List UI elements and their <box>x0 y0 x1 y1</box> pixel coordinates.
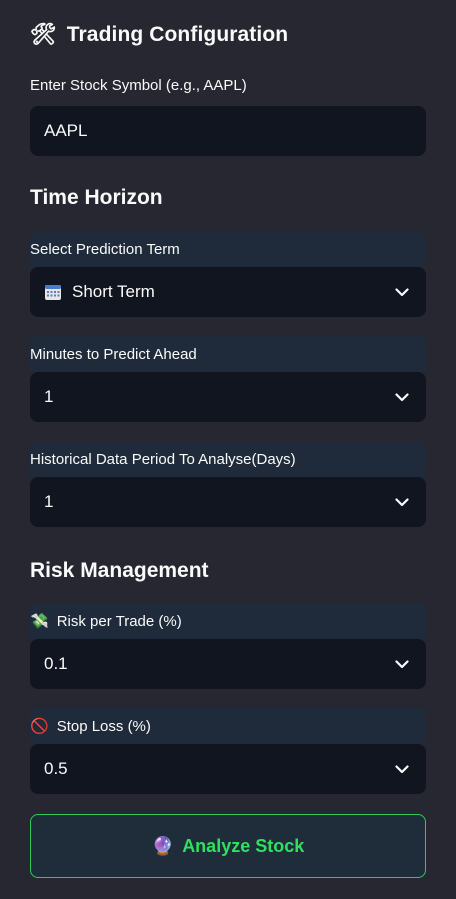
history-period-label: Historical Data Period To Analyse(Days) <box>30 450 296 468</box>
money-with-wings-icon: 💸 <box>30 612 49 630</box>
risk-per-trade-select[interactable]: 0.1 <box>30 639 426 689</box>
chevron-down-icon[interactable] <box>392 492 412 512</box>
stop-loss-label-band: 🚫 Stop Loss (%) <box>30 708 426 744</box>
chevron-down-icon[interactable] <box>392 387 412 407</box>
time-horizon-heading: Time Horizon <box>30 186 163 209</box>
stock-symbol-value: AAPL <box>44 121 88 140</box>
minutes-ahead-select[interactable]: 1 <box>30 372 426 422</box>
prediction-term-value: Short Term <box>72 282 155 301</box>
history-period-value: 1 <box>44 492 54 511</box>
stop-loss-value: 0.5 <box>44 759 68 778</box>
chevron-down-icon[interactable] <box>392 654 412 674</box>
crystal-ball-icon: 🔮 <box>151 835 175 857</box>
risk-per-trade-value: 0.1 <box>44 654 68 673</box>
trading-config-sidebar: 🛠 Trading Configuration Enter Stock Symb… <box>0 0 456 899</box>
no-entry-icon: 🚫 <box>30 717 49 735</box>
prediction-term-select[interactable]: Short Term <box>30 267 426 317</box>
chevron-down-icon[interactable] <box>392 282 412 302</box>
prediction-term-label-band: Select Prediction Term <box>30 231 426 267</box>
minutes-ahead-value: 1 <box>44 387 54 406</box>
hammer-and-wrench-icon: 🛠 <box>30 22 57 46</box>
history-period-select[interactable]: 1 <box>30 477 426 527</box>
risk-management-heading: Risk Management <box>30 559 209 582</box>
stock-symbol-label: Enter Stock Symbol (e.g., AAPL) <box>30 77 247 94</box>
chevron-down-icon[interactable] <box>392 759 412 779</box>
prediction-term-label: Select Prediction Term <box>30 240 180 258</box>
calendar-icon <box>44 283 62 301</box>
stock-symbol-input[interactable]: AAPL <box>30 106 426 156</box>
stop-loss-label: Stop Loss (%) <box>56 717 151 735</box>
history-period-label-band: Historical Data Period To Analyse(Days) <box>30 441 426 477</box>
minutes-ahead-label-band: Minutes to Predict Ahead <box>30 336 426 372</box>
analyze-stock-button[interactable]: 🔮 Analyze Stock <box>30 814 426 878</box>
page-title-text: Trading Configuration <box>66 22 289 46</box>
minutes-ahead-label: Minutes to Predict Ahead <box>30 345 197 363</box>
risk-per-trade-label-band: 💸 Risk per Trade (%) <box>30 603 426 639</box>
page-title: 🛠 Trading Configuration <box>30 22 288 47</box>
risk-per-trade-label: Risk per Trade (%) <box>56 612 182 630</box>
analyze-stock-label: Analyze Stock <box>182 835 305 856</box>
stop-loss-select[interactable]: 0.5 <box>30 744 426 794</box>
